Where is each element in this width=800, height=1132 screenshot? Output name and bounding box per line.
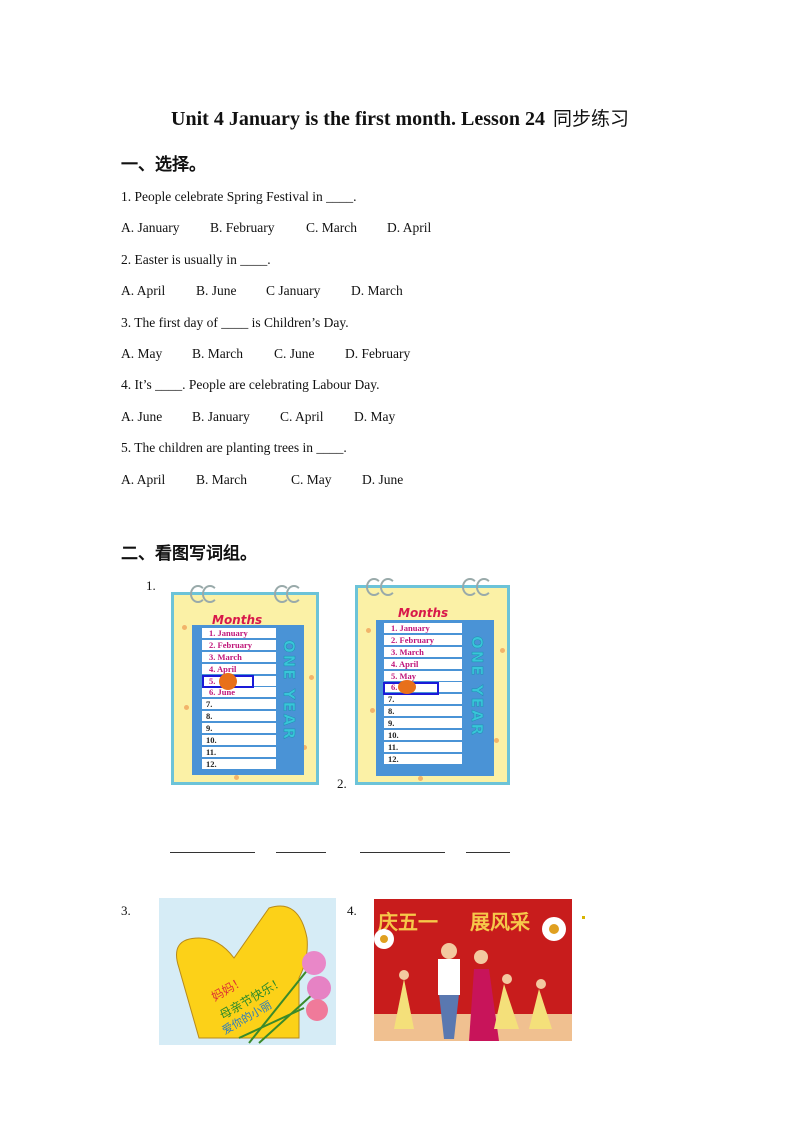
section1-heading: 一、选择。 [121, 155, 206, 175]
options-2: A. April B. June C January D. March [121, 283, 403, 299]
title-chinese: 同步练习 [552, 108, 629, 130]
answer-line [466, 852, 510, 853]
month-row: 6. June [202, 687, 276, 698]
option: C. June [274, 346, 315, 361]
question-2: 2. Easter is usually in ____. [121, 252, 271, 267]
binder-rings-icon [174, 585, 316, 603]
title-english: Unit 4 January is the first month. Lesso… [171, 108, 545, 130]
answer-line [170, 852, 255, 853]
calendar-header: Months [398, 606, 449, 620]
month-row: 10. [202, 735, 276, 746]
ink-blot [219, 673, 237, 690]
calendar-header: Months [212, 613, 263, 627]
option: D. June [362, 472, 404, 487]
month-row: 3. March [384, 646, 462, 657]
labour-day-performance-image: 庆五一 展风采 [374, 899, 572, 1041]
option: C. May [291, 472, 332, 487]
option: C January [266, 283, 321, 298]
month-row: 12. [202, 758, 276, 769]
month-list: 1. January 2. February 3. March 4. April… [202, 628, 276, 771]
heart-card-icon: 妈妈！ 母亲节快乐！ 爱你的小丽 [176, 905, 331, 1044]
month-row: 9. [202, 723, 276, 734]
stray-dot [582, 916, 585, 919]
option: D. May [354, 409, 396, 424]
option: A. April [121, 283, 166, 298]
option: D. February [345, 346, 411, 361]
month-row: 7. [384, 694, 462, 705]
mothers-day-card-image: 妈妈！ 母亲节快乐！ 爱你的小丽 [159, 898, 336, 1045]
answer-line [276, 852, 326, 853]
question-3: 3. The first day of ____ is Children’s D… [121, 315, 349, 330]
month-row: 10. [384, 730, 462, 741]
month-row: 4. April [384, 658, 462, 669]
question-4: 4. It’s ____. People are celebrating Lab… [121, 377, 380, 392]
month-row: 11. [202, 746, 276, 757]
calendar-image-2: Months 1. January 2. February 3. March 4… [355, 578, 510, 785]
ink-blot [398, 680, 416, 694]
calendar-side-text: ONE YEAR [468, 636, 487, 738]
question-5: 5. The children are planting trees in __… [121, 440, 347, 455]
option: A. January [121, 220, 180, 235]
item-number-4: 4. [347, 903, 357, 918]
page-title: Unit 4 January is the first month. Lesso… [0, 104, 800, 131]
option: A. June [121, 409, 163, 424]
section2-heading: 二、看图写词组。 [121, 544, 257, 564]
month-row: 1. January [384, 623, 462, 633]
option: B. March [196, 472, 247, 487]
month-row: 8. [202, 711, 276, 722]
month-row: 7. [202, 699, 276, 710]
calendar-side-text: ONE YEAR [280, 640, 299, 742]
month-row: 9. [384, 718, 462, 729]
item-number-1: 1. [146, 578, 156, 593]
option: B. March [192, 346, 243, 361]
options-1: A. January B. February C. March D. April [121, 220, 431, 236]
svg-text:展风采: 展风采 [470, 910, 530, 934]
options-4: A. June B. January C. April D. May [121, 409, 395, 425]
stage-scene-icon: 庆五一 展风采 [374, 910, 572, 1041]
answer-line [360, 852, 445, 853]
month-row: 1. January [202, 628, 276, 638]
option: A. May [121, 346, 163, 361]
option: C. March [306, 220, 357, 235]
options-5: A. April B. March C. May D. June [121, 472, 403, 488]
option: C. April [280, 409, 324, 424]
month-row: 5. May [384, 670, 462, 681]
month-row: 4. April [202, 663, 276, 674]
item-number-3: 3. [121, 903, 131, 918]
option: B. January [192, 409, 250, 424]
binder-rings-icon [358, 578, 507, 596]
options-3: A. May B. March C. June D. February [121, 346, 410, 362]
month-row: 11. [384, 741, 462, 752]
calendar-image-1: Months 1. January 2. February 3. March 4… [171, 585, 319, 785]
item-number-2: 2. [337, 776, 347, 791]
question-1: 1. People celebrate Spring Festival in _… [121, 189, 357, 204]
month-row: 3. March [202, 651, 276, 662]
month-row: 8. [384, 706, 462, 717]
option: D. April [387, 220, 432, 235]
month-row: 2. February [384, 634, 462, 645]
month-row: 12. [384, 753, 462, 764]
option: B. February [210, 220, 275, 235]
option: B. June [196, 283, 237, 298]
option: D. March [351, 283, 403, 298]
option: A. April [121, 472, 166, 487]
month-row: 2. February [202, 639, 276, 650]
